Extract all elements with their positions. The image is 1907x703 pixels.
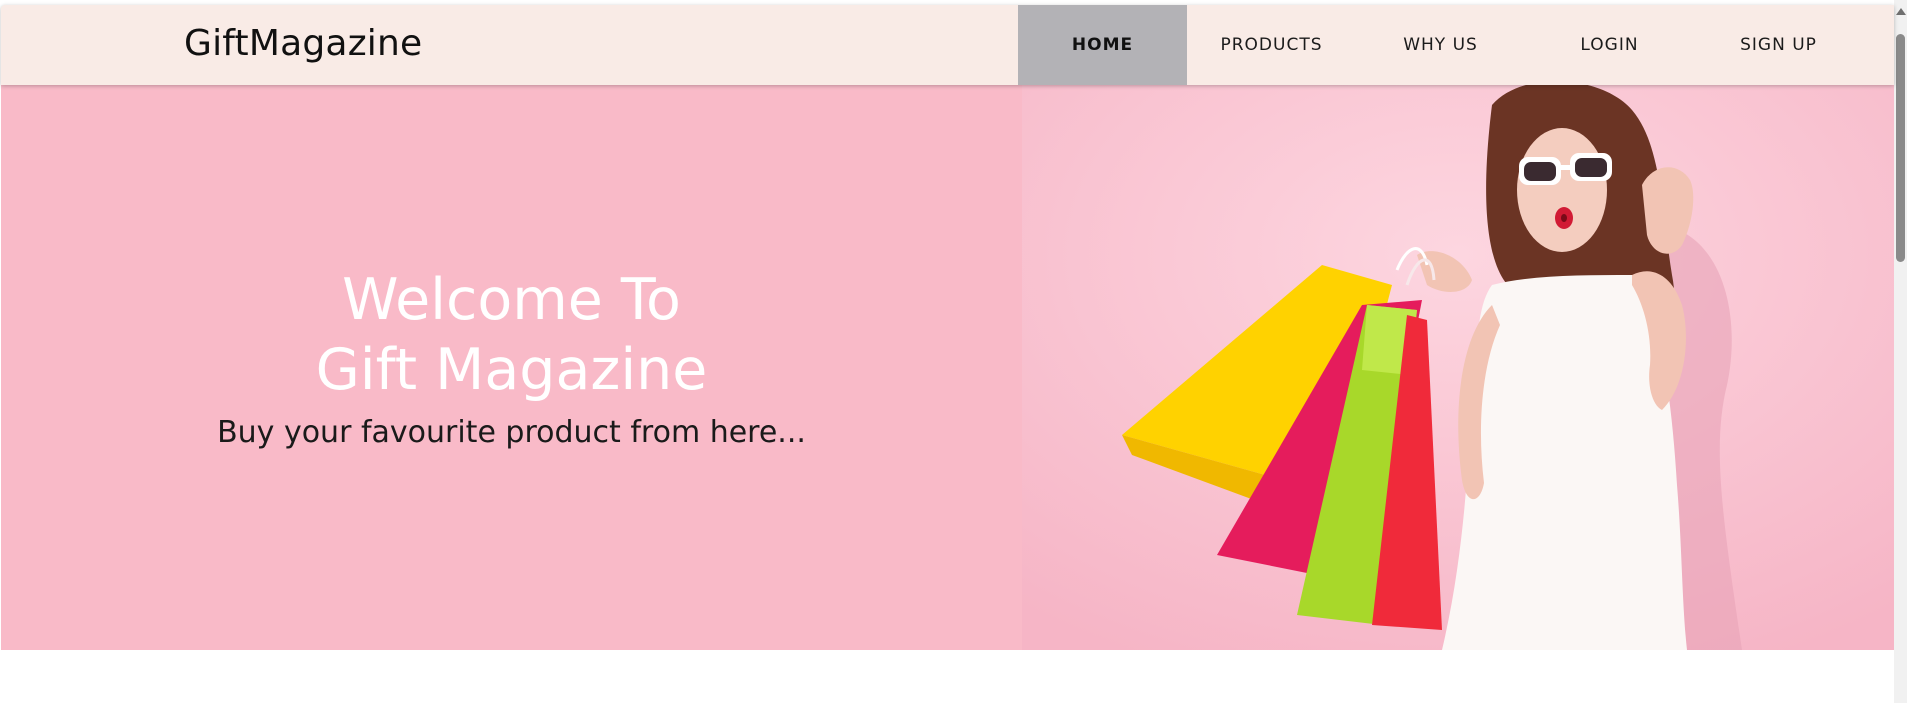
nav-item-sign-up[interactable]: SIGN UP xyxy=(1694,5,1863,85)
hero-title-line-1: Welcome To xyxy=(342,267,681,333)
hero-photo-woman-with-shopping-bags xyxy=(1022,85,1894,650)
scroll-up-arrow-icon[interactable] xyxy=(1896,8,1906,15)
page: GiftMagazine HOME PRODUCTS WHY US LOGIN … xyxy=(1,5,1894,703)
hero-text-block: Welcome To Gift Magazine Buy your favour… xyxy=(1,85,1022,650)
nav-item-home[interactable]: HOME xyxy=(1018,5,1187,85)
hero-title-line-2: Gift Magazine xyxy=(315,337,708,403)
hero-title: Welcome To Gift Magazine xyxy=(1,265,1022,405)
navbar: GiftMagazine HOME PRODUCTS WHY US LOGIN … xyxy=(1,5,1894,85)
hero-banner: Welcome To Gift Magazine Buy your favour… xyxy=(1,85,1894,650)
main-nav: HOME PRODUCTS WHY US LOGIN SIGN UP xyxy=(1018,5,1863,85)
scrollbar-thumb[interactable] xyxy=(1896,34,1905,262)
brand-logo-text[interactable]: GiftMagazine xyxy=(184,23,422,64)
hero-subtitle: Buy your favourite product from here... xyxy=(217,415,806,450)
nav-item-why-us[interactable]: WHY US xyxy=(1356,5,1525,85)
nav-item-products[interactable]: PRODUCTS xyxy=(1187,5,1356,85)
vertical-scrollbar[interactable] xyxy=(1894,0,1907,703)
nav-item-login[interactable]: LOGIN xyxy=(1525,5,1694,85)
